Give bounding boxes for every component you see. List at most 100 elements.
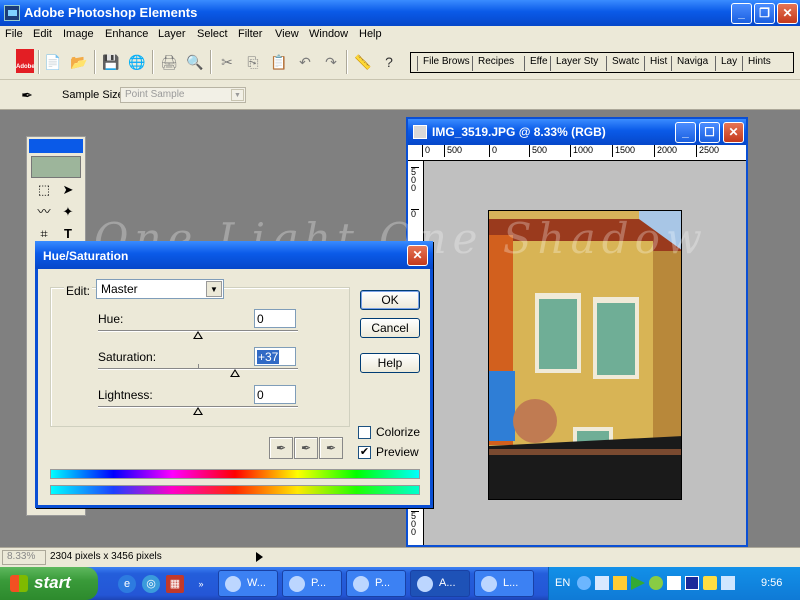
tab-swatches[interactable]: Swatc	[606, 56, 644, 71]
colorize-checkbox[interactable]	[358, 426, 371, 439]
task-label: P...	[311, 577, 327, 589]
tab-layer-styles[interactable]: Layer Sty	[550, 56, 606, 71]
lasso-tool-icon[interactable]: 〰	[35, 203, 53, 221]
dialog-close-button[interactable]: ✕	[407, 245, 428, 266]
clock: 9:56	[761, 577, 783, 589]
pencil-tray-icon[interactable]	[703, 576, 717, 590]
move-tool-icon[interactable]: ➤	[59, 181, 77, 199]
task-button-p2[interactable]: P...	[346, 570, 406, 597]
print-preview-icon[interactable]: 🔍	[186, 53, 204, 71]
print-icon[interactable]: 🖨	[160, 53, 178, 71]
tray-icon[interactable]	[685, 576, 699, 590]
redo-icon[interactable]: ↷	[322, 53, 340, 71]
media-quicklaunch-icon[interactable]: ▦	[166, 575, 184, 593]
save-icon[interactable]: 💾	[102, 53, 120, 71]
task-button-adobe[interactable]: A...	[410, 570, 470, 597]
eyedropper-minus-icon[interactable]: ✒	[319, 437, 343, 459]
magic-wand-icon[interactable]: ✦	[59, 203, 77, 221]
menu-select[interactable]: Select	[197, 28, 228, 40]
eyedropper-plus-icon[interactable]: ✒	[294, 437, 318, 459]
zoom-level-field[interactable]: 8.33%	[2, 550, 46, 565]
ie-quicklaunch-icon[interactable]: e	[118, 575, 136, 593]
windows-taskbar: start e ◎ ▦ » W... P... P... A... L... E…	[0, 567, 800, 600]
menu-edit[interactable]: Edit	[33, 28, 52, 40]
cut-icon[interactable]: ✂	[218, 53, 236, 71]
edit-channel-select[interactable]: Master ▼	[96, 279, 224, 299]
toolbar-separator	[210, 50, 212, 74]
save-for-web-icon[interactable]: 🌐	[128, 53, 146, 71]
tab-file-browser[interactable]: File Brows	[417, 56, 472, 71]
volume-tray-icon[interactable]	[721, 576, 735, 590]
menu-image[interactable]: Image	[63, 28, 94, 40]
hue-input[interactable]: 0	[254, 309, 296, 328]
close-button[interactable]: ✕	[777, 3, 798, 24]
eyedropper-tool-icon: ✒	[21, 87, 33, 103]
preview-checkbox[interactable]: ✔	[358, 446, 371, 459]
open-folder-icon[interactable]: 📂	[70, 53, 88, 71]
chevron-down-icon: ▼	[231, 89, 244, 101]
sample-size-value: Point Sample	[125, 89, 185, 100]
canvas-area[interactable]	[425, 162, 746, 545]
menu-window[interactable]: Window	[309, 28, 348, 40]
help-button[interactable]: Help	[360, 353, 420, 373]
paste-icon[interactable]: 📋	[270, 53, 288, 71]
lightness-input[interactable]: 0	[254, 385, 296, 404]
saturation-slider-track[interactable]	[98, 368, 298, 370]
network-tray-icon[interactable]	[595, 576, 609, 590]
ruler-icon[interactable]: 📏	[354, 53, 372, 71]
cancel-button[interactable]: Cancel	[360, 318, 420, 338]
ruler-label: 1500	[612, 145, 635, 157]
menu-layer[interactable]: Layer	[158, 28, 186, 40]
sample-size-select[interactable]: Point Sample ▼	[120, 87, 246, 103]
tab-recipes[interactable]: Recipes	[472, 56, 524, 71]
ruler-label: 500	[529, 145, 547, 157]
tab-effects[interactable]: Effe	[524, 56, 550, 71]
toolbar-separator	[38, 50, 40, 74]
quicklaunch-expand-icon[interactable]: »	[192, 575, 210, 593]
undo-icon[interactable]: ↶	[296, 53, 314, 71]
language-indicator[interactable]: EN	[555, 577, 570, 589]
tray-icon[interactable]	[667, 576, 681, 590]
document-minimize-button[interactable]: _	[675, 122, 696, 143]
image-document-window: IMG_3519.JPG @ 8.33% (RGB) _ ☐ ✕ 0 500 0…	[406, 117, 748, 547]
tray-icon[interactable]	[577, 576, 591, 590]
copy-icon[interactable]: ⎘	[244, 53, 262, 71]
status-menu-arrow-icon[interactable]	[256, 552, 263, 562]
saturation-input[interactable]: +37	[254, 347, 296, 366]
eye-logo-icon	[31, 156, 81, 178]
task-button-w[interactable]: W...	[218, 570, 278, 597]
saturation-value: +37	[257, 350, 280, 364]
ok-button[interactable]: OK	[360, 290, 420, 310]
play-tray-icon[interactable]	[631, 576, 645, 590]
menu-enhance[interactable]: Enhance	[105, 28, 148, 40]
lightness-slider-thumb[interactable]	[193, 407, 203, 415]
document-close-button[interactable]: ✕	[723, 122, 744, 143]
minimize-button[interactable]: _	[731, 3, 752, 24]
task-button-l[interactable]: L...	[474, 570, 534, 597]
menu-view[interactable]: View	[275, 28, 299, 40]
hue-slider-thumb[interactable]	[193, 331, 203, 339]
tray-icon[interactable]	[649, 576, 663, 590]
eyedropper-icon[interactable]: ✒	[269, 437, 293, 459]
toolbox-header[interactable]	[29, 139, 83, 153]
tray-icon[interactable]	[613, 576, 627, 590]
menu-file[interactable]: File	[5, 28, 23, 40]
browser-quicklaunch-icon[interactable]: ◎	[142, 575, 160, 593]
menu-bar: File Edit Image Enhance Layer Select Fil…	[0, 26, 800, 44]
restore-button[interactable]: ❐	[754, 3, 775, 24]
tab-hints[interactable]: Hints	[742, 56, 793, 71]
document-maximize-button[interactable]: ☐	[699, 122, 720, 143]
menu-help[interactable]: Help	[359, 28, 382, 40]
tab-layers[interactable]: Lay	[715, 56, 742, 71]
start-button[interactable]: start	[0, 567, 98, 600]
marquee-tool-icon[interactable]: ⬚	[35, 181, 53, 199]
task-icon	[289, 576, 305, 592]
tab-history[interactable]: Hist	[644, 56, 671, 71]
tab-navigator[interactable]: Naviga	[671, 56, 715, 71]
help-question-icon[interactable]: ?	[380, 53, 398, 71]
saturation-slider-thumb[interactable]	[230, 369, 240, 377]
new-file-icon[interactable]: 📄	[44, 53, 62, 71]
chevron-down-icon: ▼	[206, 281, 222, 297]
menu-filter[interactable]: Filter	[238, 28, 262, 40]
task-button-p1[interactable]: P...	[282, 570, 342, 597]
